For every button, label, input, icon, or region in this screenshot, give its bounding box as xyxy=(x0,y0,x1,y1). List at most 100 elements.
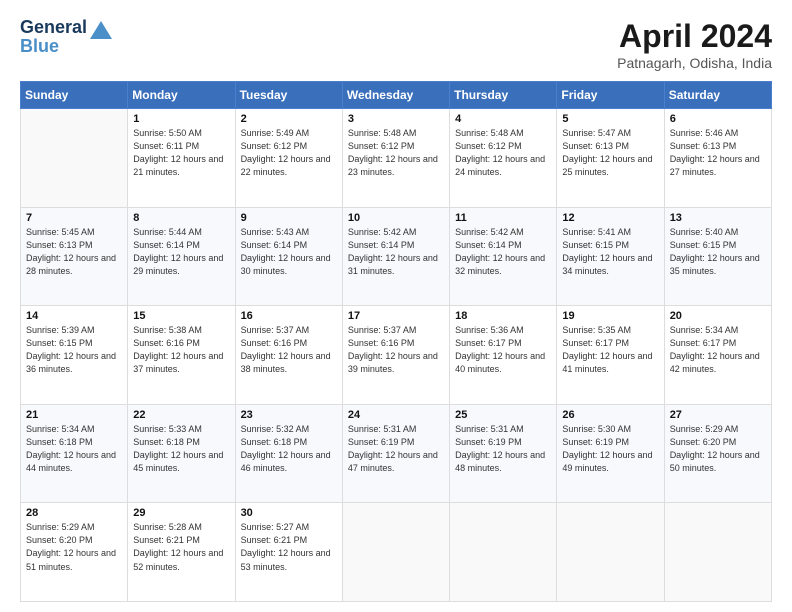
day-info: Sunrise: 5:33 AMSunset: 6:18 PMDaylight:… xyxy=(133,423,229,475)
weekday-header: Sunday xyxy=(21,82,128,109)
calendar-cell xyxy=(342,503,449,602)
calendar-cell: 10 Sunrise: 5:42 AMSunset: 6:14 PMDayligh… xyxy=(342,207,449,306)
calendar-cell: 6Sunrise: 5:46 AMSunset: 6:13 PMDaylight… xyxy=(664,109,771,208)
title-area: April 2024 Patnagarh, Odisha, India xyxy=(617,18,772,71)
day-info: Sunrise: 5:48 AMSunset: 6:12 PMDaylight:… xyxy=(455,127,551,179)
calendar-cell: 11 Sunrise: 5:42 AMSunset: 6:14 PMDayligh… xyxy=(450,207,557,306)
day-number: 21 xyxy=(26,409,122,421)
calendar-header-row: SundayMondayTuesdayWednesdayThursdayFrid… xyxy=(21,82,772,109)
day-info: Sunrise: 5:38 AMSunset: 6:16 PMDaylight:… xyxy=(133,324,229,376)
day-info: Sunrise: 5:39 AMSunset: 6:15 PMDaylight:… xyxy=(26,324,122,376)
calendar-cell: 5 Sunrise: 5:47 AMSunset: 6:13 PMDaylight… xyxy=(557,109,664,208)
day-number: 29 xyxy=(133,507,229,519)
calendar-week-row: 28Sunrise: 5:29 AMSunset: 6:20 PMDayligh… xyxy=(21,503,772,602)
day-number: 11 xyxy=(455,212,551,224)
logo-general: General xyxy=(20,18,87,37)
day-number: 2 xyxy=(241,113,337,125)
weekday-header: Thursday xyxy=(450,82,557,109)
calendar-cell: 23 Sunrise: 5:32 AMSunset: 6:18 PMDayligh… xyxy=(235,404,342,503)
calendar-cell: 18 Sunrise: 5:36 AMSunset: 6:17 PMDayligh… xyxy=(450,306,557,405)
day-info: Sunrise: 5:35 AMSunset: 6:17 PMDaylight:… xyxy=(562,324,658,376)
day-info: Sunrise: 5:42 AMSunset: 6:14 PMDaylight:… xyxy=(348,226,444,278)
calendar-week-row: 7 Sunrise: 5:45 AMSunset: 6:13 PMDaylight… xyxy=(21,207,772,306)
weekday-header: Tuesday xyxy=(235,82,342,109)
day-number: 26 xyxy=(562,409,658,421)
logo: General Blue xyxy=(20,18,112,56)
day-number: 30 xyxy=(241,507,337,519)
calendar-cell: 8 Sunrise: 5:44 AMSunset: 6:14 PMDaylight… xyxy=(128,207,235,306)
calendar-cell: 21 Sunrise: 5:34 AMSunset: 6:18 PMDayligh… xyxy=(21,404,128,503)
day-number: 5 xyxy=(562,113,658,125)
calendar-table: SundayMondayTuesdayWednesdayThursdayFrid… xyxy=(20,81,772,602)
month-title: April 2024 xyxy=(617,18,772,55)
calendar-cell: 1Sunrise: 5:50 AMSunset: 6:11 PMDaylight… xyxy=(128,109,235,208)
day-info: Sunrise: 5:47 AMSunset: 6:13 PMDaylight:… xyxy=(562,127,658,179)
calendar-cell: 17 Sunrise: 5:37 AMSunset: 6:16 PMDayligh… xyxy=(342,306,449,405)
day-info: Sunrise: 5:45 AMSunset: 6:13 PMDaylight:… xyxy=(26,226,122,278)
calendar-cell: 19Sunrise: 5:35 AMSunset: 6:17 PMDayligh… xyxy=(557,306,664,405)
day-number: 12 xyxy=(562,212,658,224)
day-info: Sunrise: 5:48 AMSunset: 6:12 PMDaylight:… xyxy=(348,127,444,179)
day-info: Sunrise: 5:29 AMSunset: 6:20 PMDaylight:… xyxy=(670,423,766,475)
day-info: Sunrise: 5:34 AMSunset: 6:17 PMDaylight:… xyxy=(670,324,766,376)
day-number: 3 xyxy=(348,113,444,125)
day-number: 10 xyxy=(348,212,444,224)
day-number: 7 xyxy=(26,212,122,224)
calendar-week-row: 1Sunrise: 5:50 AMSunset: 6:11 PMDaylight… xyxy=(21,109,772,208)
day-number: 13 xyxy=(670,212,766,224)
calendar-cell: 24Sunrise: 5:31 AMSunset: 6:19 PMDayligh… xyxy=(342,404,449,503)
day-number: 27 xyxy=(670,409,766,421)
day-info: Sunrise: 5:27 AMSunset: 6:21 PMDaylight:… xyxy=(241,521,337,573)
calendar-week-row: 14 Sunrise: 5:39 AMSunset: 6:15 PMDayligh… xyxy=(21,306,772,405)
calendar-cell: 27 Sunrise: 5:29 AMSunset: 6:20 PMDayligh… xyxy=(664,404,771,503)
day-number: 4 xyxy=(455,113,551,125)
day-number: 20 xyxy=(670,310,766,322)
weekday-header: Saturday xyxy=(664,82,771,109)
calendar-cell: 30 Sunrise: 5:27 AMSunset: 6:21 PMDayligh… xyxy=(235,503,342,602)
day-number: 9 xyxy=(241,212,337,224)
calendar-cell: 22 Sunrise: 5:33 AMSunset: 6:18 PMDayligh… xyxy=(128,404,235,503)
day-info: Sunrise: 5:42 AMSunset: 6:14 PMDaylight:… xyxy=(455,226,551,278)
weekday-header: Friday xyxy=(557,82,664,109)
calendar-cell: 13Sunrise: 5:40 AMSunset: 6:15 PMDayligh… xyxy=(664,207,771,306)
day-number: 28 xyxy=(26,507,122,519)
calendar-cell: 15 Sunrise: 5:38 AMSunset: 6:16 PMDayligh… xyxy=(128,306,235,405)
day-number: 8 xyxy=(133,212,229,224)
calendar-cell: 14 Sunrise: 5:39 AMSunset: 6:15 PMDayligh… xyxy=(21,306,128,405)
day-number: 14 xyxy=(26,310,122,322)
day-number: 22 xyxy=(133,409,229,421)
calendar-cell xyxy=(450,503,557,602)
day-number: 15 xyxy=(133,310,229,322)
calendar-cell: 26 Sunrise: 5:30 AMSunset: 6:19 PMDayligh… xyxy=(557,404,664,503)
day-info: Sunrise: 5:28 AMSunset: 6:21 PMDaylight:… xyxy=(133,521,229,573)
day-info: Sunrise: 5:31 AMSunset: 6:19 PMDaylight:… xyxy=(455,423,551,475)
day-number: 25 xyxy=(455,409,551,421)
day-number: 23 xyxy=(241,409,337,421)
day-info: Sunrise: 5:37 AMSunset: 6:16 PMDaylight:… xyxy=(348,324,444,376)
page: General Blue April 2024 Patnagarh, Odish… xyxy=(0,0,792,612)
day-info: Sunrise: 5:34 AMSunset: 6:18 PMDaylight:… xyxy=(26,423,122,475)
day-number: 17 xyxy=(348,310,444,322)
weekday-header: Wednesday xyxy=(342,82,449,109)
calendar-cell: 12Sunrise: 5:41 AMSunset: 6:15 PMDayligh… xyxy=(557,207,664,306)
day-info: Sunrise: 5:36 AMSunset: 6:17 PMDaylight:… xyxy=(455,324,551,376)
day-info: Sunrise: 5:32 AMSunset: 6:18 PMDaylight:… xyxy=(241,423,337,475)
calendar-cell: 28Sunrise: 5:29 AMSunset: 6:20 PMDayligh… xyxy=(21,503,128,602)
day-number: 1 xyxy=(133,113,229,125)
calendar-cell: 9Sunrise: 5:43 AMSunset: 6:14 PMDaylight… xyxy=(235,207,342,306)
weekday-header: Monday xyxy=(128,82,235,109)
day-number: 16 xyxy=(241,310,337,322)
calendar-cell: 7 Sunrise: 5:45 AMSunset: 6:13 PMDaylight… xyxy=(21,207,128,306)
day-info: Sunrise: 5:37 AMSunset: 6:16 PMDaylight:… xyxy=(241,324,337,376)
day-info: Sunrise: 5:46 AMSunset: 6:13 PMDaylight:… xyxy=(670,127,766,179)
calendar-cell xyxy=(664,503,771,602)
day-info: Sunrise: 5:49 AMSunset: 6:12 PMDaylight:… xyxy=(241,127,337,179)
day-info: Sunrise: 5:44 AMSunset: 6:14 PMDaylight:… xyxy=(133,226,229,278)
calendar-cell: 29 Sunrise: 5:28 AMSunset: 6:21 PMDayligh… xyxy=(128,503,235,602)
calendar-cell xyxy=(557,503,664,602)
calendar-cell: 25 Sunrise: 5:31 AMSunset: 6:19 PMDayligh… xyxy=(450,404,557,503)
logo-icon xyxy=(90,21,112,39)
calendar-cell: 2 Sunrise: 5:49 AMSunset: 6:12 PMDaylight… xyxy=(235,109,342,208)
day-number: 18 xyxy=(455,310,551,322)
day-info: Sunrise: 5:30 AMSunset: 6:19 PMDaylight:… xyxy=(562,423,658,475)
